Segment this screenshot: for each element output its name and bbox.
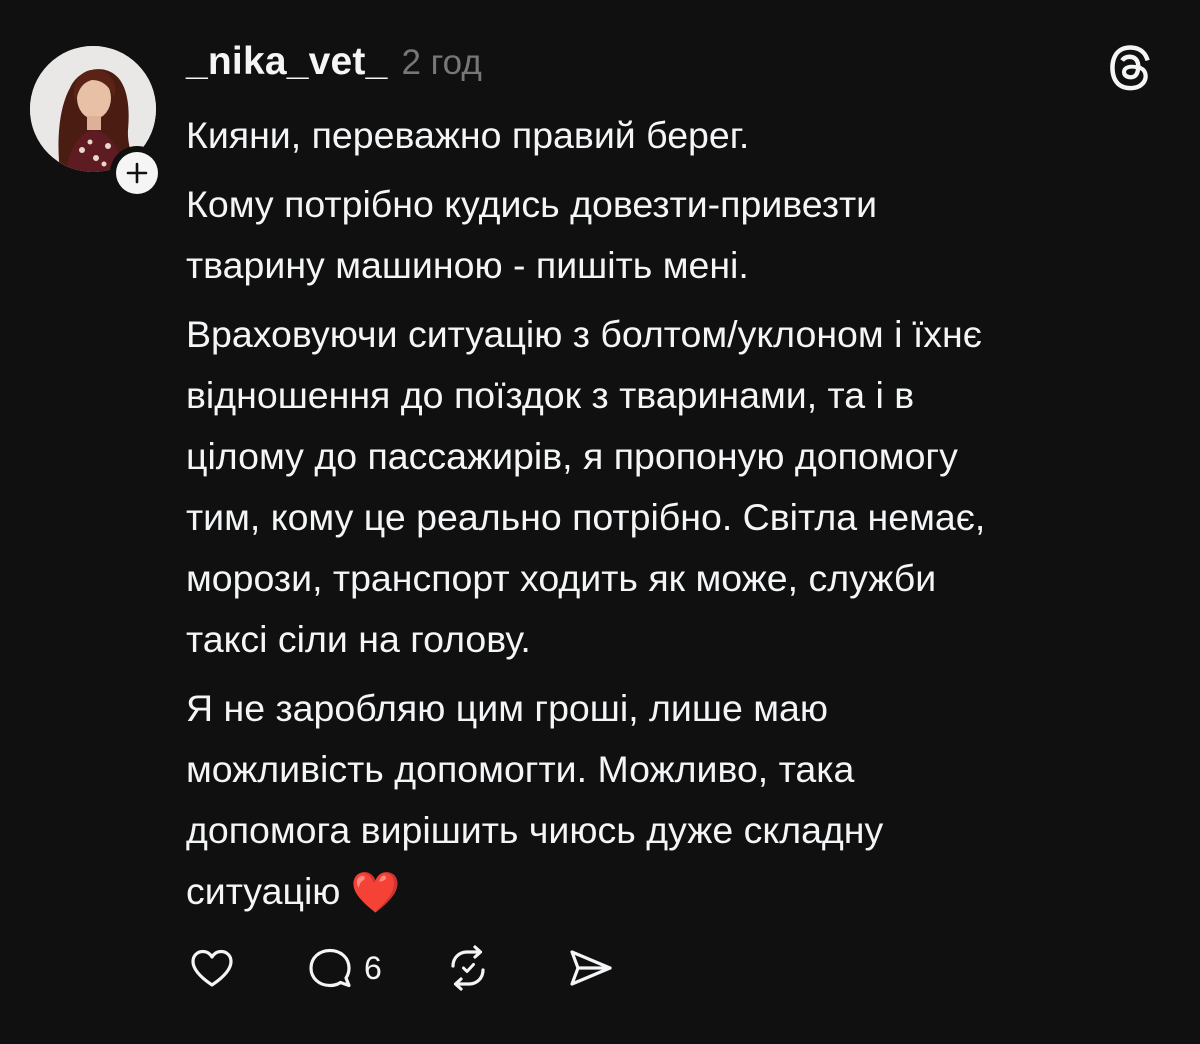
like-button[interactable] bbox=[186, 942, 238, 994]
reply-count: 6 bbox=[364, 949, 382, 986]
thread-post: _nika_vet_ 2 год Кияни, переважно правий… bbox=[0, 0, 1200, 1044]
post-paragraph-text: Я не заробляю цим гроші, лише маю можлив… bbox=[186, 687, 884, 912]
send-icon bbox=[564, 942, 616, 994]
heart-icon bbox=[186, 942, 238, 994]
repost-button[interactable] bbox=[442, 942, 494, 994]
post-paragraph: Враховуючи ситуацію з болтом/уклоном і ї… bbox=[186, 313, 986, 660]
username[interactable]: _nika_vet_ bbox=[186, 40, 387, 84]
plus-icon bbox=[116, 152, 158, 194]
post-body: Кияни, переважно правий берег. Кому потр… bbox=[186, 105, 1176, 932]
post-header: _nika_vet_ 2 год bbox=[186, 40, 482, 96]
reply-button[interactable]: 6 bbox=[304, 942, 382, 994]
share-button[interactable] bbox=[564, 942, 616, 994]
heart-emoji: ❤️ bbox=[350, 871, 401, 915]
post-paragraph: Кому потрібно кудись довезти-привезти тв… bbox=[186, 183, 878, 286]
comment-bubble-icon bbox=[304, 942, 356, 994]
post-paragraph: Кияни, переважно правий берег. bbox=[186, 114, 750, 156]
post-actions: 6 bbox=[186, 940, 616, 996]
repost-icon bbox=[442, 942, 494, 994]
follow-button[interactable] bbox=[110, 146, 164, 200]
threads-logo-icon[interactable] bbox=[1108, 44, 1156, 92]
avatar-container bbox=[30, 46, 164, 200]
post-paragraph-last: Я не заробляю цим гроші, лише маю можлив… bbox=[186, 678, 1176, 924]
post-timestamp: 2 год bbox=[401, 43, 482, 82]
